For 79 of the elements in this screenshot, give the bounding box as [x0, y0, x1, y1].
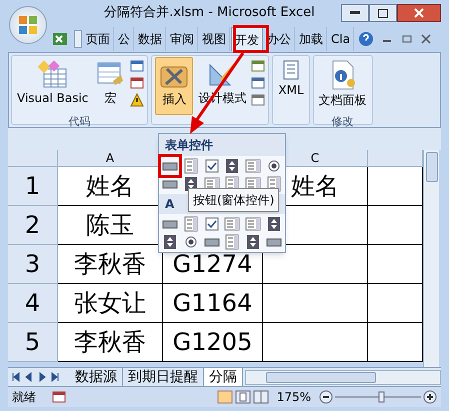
- zoom-slider-thumb[interactable]: [378, 392, 384, 402]
- ribbon-tab[interactable]: 加载: [296, 27, 327, 51]
- dialog-icon[interactable]: [251, 93, 266, 107]
- ribbon-tab[interactable]: Cla: [328, 27, 354, 51]
- ribbon-tab[interactable]: 视图: [199, 27, 230, 51]
- group-label: 代码: [68, 115, 92, 128]
- ribbon-button[interactable]: 插入: [155, 57, 194, 115]
- table-cell: G1164: [163, 284, 263, 323]
- dialog-icon[interactable]: [130, 59, 144, 73]
- properties-icon[interactable]: [251, 59, 266, 73]
- table-cell: 李秋香: [58, 323, 163, 362]
- table-cell: [368, 323, 423, 362]
- normal-view-icon[interactable]: [216, 390, 233, 404]
- close-icon: [414, 8, 424, 18]
- ribbon-button[interactable]: Visual Basic: [15, 57, 90, 115]
- maximize-button[interactable]: [369, 4, 397, 22]
- restore-icon[interactable]: [402, 34, 412, 44]
- office-logo-icon: [17, 14, 39, 36]
- grid-icon[interactable]: [130, 76, 144, 90]
- close-icon[interactable]: [421, 34, 432, 44]
- zoom-out-icon[interactable]: [319, 390, 333, 404]
- table-cell: G1205: [163, 323, 263, 362]
- ribbon-tab[interactable]: 公: [115, 27, 134, 51]
- checkbox-icon[interactable]: [204, 158, 220, 174]
- row-header[interactable]: 1: [8, 167, 58, 206]
- ribbon-button[interactable]: XML: [276, 57, 306, 115]
- group-label: 修改: [330, 115, 355, 128]
- option-button-icon[interactable]: [182, 234, 199, 250]
- window-title: 分隔符合并.xlsm - Microsoft Excel: [103, 4, 316, 22]
- zoom-in-icon[interactable]: [423, 390, 437, 404]
- spreadsheet-icon[interactable]: [52, 31, 68, 47]
- combo-box-icon[interactable]: [182, 216, 199, 232]
- page-layout-icon[interactable]: [234, 390, 251, 404]
- row-header[interactable]: 4: [8, 284, 58, 323]
- section-header: 表单控件: [159, 134, 285, 156]
- office-button[interactable]: [9, 6, 47, 44]
- combo-box-icon[interactable]: [182, 158, 199, 174]
- spin-button-icon[interactable]: [245, 234, 262, 250]
- maximize-icon: [378, 8, 388, 18]
- checkbox-icon[interactable]: [204, 216, 220, 232]
- page-break-icon[interactable]: [252, 390, 269, 404]
- row-header[interactable]: 3: [8, 245, 58, 284]
- warning-icon[interactable]: [130, 93, 144, 107]
- ribbon-tab[interactable]: 页面: [83, 27, 114, 51]
- spin-button-icon[interactable]: [162, 234, 178, 250]
- list-box-icon[interactable]: [245, 216, 262, 232]
- table-cell: [368, 206, 423, 245]
- sheet-tab[interactable]: 分隔: [204, 368, 243, 386]
- table-icon: [38, 59, 68, 89]
- list-box-icon[interactable]: [245, 158, 262, 174]
- combo-box-icon[interactable]: [224, 234, 240, 250]
- spin-button-icon[interactable]: [266, 216, 282, 232]
- zoom-level[interactable]: 175%: [276, 388, 311, 406]
- vertical-scrollbar[interactable]: [423, 150, 439, 367]
- table-cell: 张女让: [58, 284, 163, 323]
- ribbon-tab[interactable]: 审阅: [167, 27, 198, 51]
- spin-button-icon[interactable]: [224, 158, 240, 174]
- ribbon-tab[interactable]: 数据: [135, 27, 166, 51]
- table-cell: [368, 245, 423, 284]
- help-icon[interactable]: [358, 31, 374, 47]
- tooltip: 按钮(窗体控件): [188, 188, 280, 212]
- highlight-frame: [233, 25, 269, 53]
- table-cell: [368, 167, 423, 206]
- list-box-icon[interactable]: [224, 216, 240, 232]
- option-button-icon[interactable]: [266, 158, 282, 174]
- zoom-slider[interactable]: [333, 390, 423, 404]
- view-code-icon[interactable]: [251, 76, 266, 90]
- minimize-icon: [350, 11, 360, 15]
- ribbon-button[interactable]: 文档面板: [316, 57, 369, 115]
- horizontal-scrollbar[interactable]: [245, 370, 441, 384]
- macro-record-icon[interactable]: [52, 390, 66, 404]
- status-text: 就绪: [12, 389, 37, 406]
- table-cell: 李秋香: [58, 245, 163, 284]
- close-button[interactable]: [397, 4, 441, 22]
- row-header[interactable]: 5: [8, 323, 58, 362]
- minimize-button[interactable]: [341, 4, 369, 22]
- row-header[interactable]: 2: [8, 206, 58, 245]
- ribbon-button[interactable]: 宏: [93, 57, 128, 115]
- table-cell: [368, 284, 423, 323]
